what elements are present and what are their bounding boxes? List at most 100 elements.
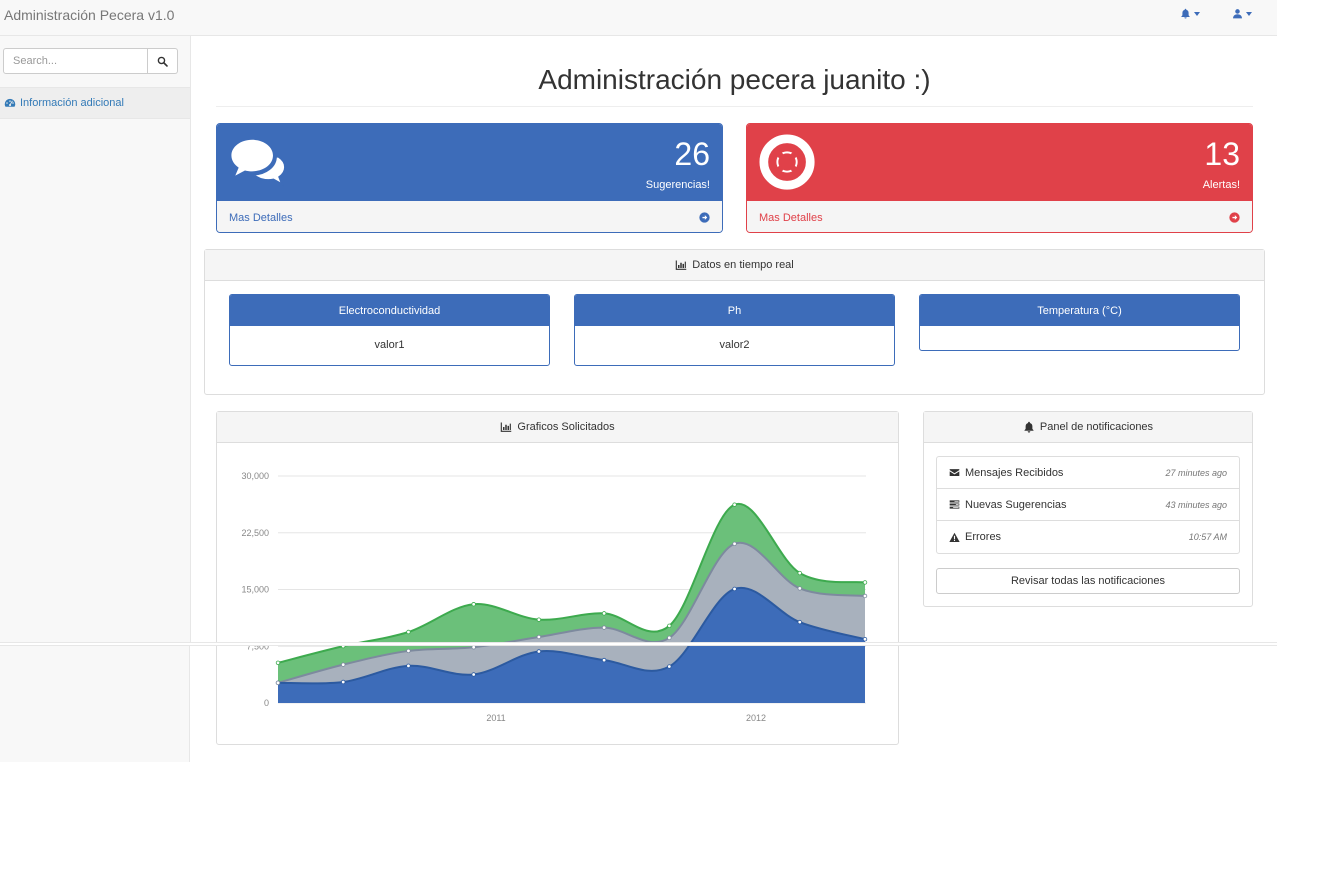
details-label: Mas Detalles: [229, 211, 293, 224]
data-point: [601, 625, 607, 630]
data-point: [797, 586, 802, 591]
view-all-notifications-button[interactable]: Revisar todas las notificaciones: [936, 568, 1240, 594]
sensor-label: Electroconductividad: [230, 295, 549, 326]
envelope-icon: [949, 469, 960, 476]
warning-icon: [949, 532, 960, 542]
chart-panel: Graficos Solicitados 0 7,500 15,000 22,500 3…: [216, 411, 899, 745]
sidebar-item-label: Información adicional: [20, 97, 124, 109]
y-tick-label: 22,500: [241, 528, 269, 538]
notifications-panel: Panel de notificaciones Mensajes Recibid…: [923, 411, 1253, 607]
data-point: [862, 593, 868, 599]
bar-chart-icon: [676, 260, 687, 270]
life-ring-icon: [759, 134, 815, 190]
realtime-data-panel: Datos en tiempo real Electroconductivida…: [204, 249, 1265, 395]
sidebar: Información adicional: [0, 36, 191, 642]
notifications-panel-title: Panel de notificaciones: [1039, 421, 1154, 433]
sensor-label: Temperatura (°C): [920, 295, 1239, 326]
bell-icon: [1181, 8, 1190, 19]
user-icon: [1233, 9, 1242, 19]
realtime-panel-heading: Datos en tiempo real: [205, 250, 1264, 281]
alerts-panel: 13 Alertas! Mas Detalles: [746, 123, 1253, 233]
data-point: [341, 679, 346, 685]
sidebar-lower: [0, 646, 190, 762]
notification-list: Mensajes Recibidos 27 minutes ago Nuevas…: [936, 456, 1240, 554]
data-point: [667, 623, 672, 628]
chart-panel-heading: Graficos Solicitados: [217, 412, 898, 443]
dashboard-icon: [4, 98, 16, 107]
sidebar-search: [3, 48, 178, 74]
notification-item-sugerencias[interactable]: Nuevas Sugerencias 43 minutes ago: [937, 489, 1239, 521]
notification-item-errores[interactable]: Errores 10:57 AM: [937, 521, 1239, 553]
y-tick-label: 0: [264, 698, 269, 708]
sensor-value: valor1: [374, 339, 405, 351]
notification-label: Nuevas Sugerencias: [965, 498, 1067, 511]
alerts-panel-heading: 13 Alertas!: [747, 124, 1252, 201]
data-point: [406, 648, 411, 654]
details-label: Mas Detalles: [759, 211, 823, 224]
search-button[interactable]: [148, 48, 178, 74]
data-point: [471, 602, 476, 607]
data-point: [275, 680, 281, 686]
notification-label: Mensajes Recibidos: [965, 466, 1064, 479]
sensor-temperatura: Temperatura (°C): [919, 294, 1240, 351]
data-point: [471, 672, 476, 677]
data-point: [601, 657, 607, 663]
alerts-count: 13: [1204, 136, 1240, 172]
brand-title[interactable]: Administración Pecera v1.0: [4, 7, 174, 23]
data-point: [536, 617, 542, 622]
arrow-circle-right-icon: [699, 212, 710, 223]
sensor-value: [920, 326, 1239, 350]
notifications-panel-heading: Panel de notificaciones: [924, 412, 1252, 443]
data-point: [732, 541, 737, 546]
search-input[interactable]: [3, 48, 148, 74]
data-point: [862, 636, 868, 642]
data-point: [797, 619, 802, 625]
sensor-ph: Ph valor2: [574, 294, 895, 366]
data-point: [406, 629, 411, 635]
render-seam: [0, 642, 1277, 646]
notification-item-mensajes[interactable]: Mensajes Recibidos 27 minutes ago: [937, 457, 1239, 489]
data-point: [341, 662, 346, 667]
data-point: [275, 660, 281, 665]
app-root: Administración Pecera v1.0 Información a…: [0, 0, 1339, 875]
data-point: [536, 634, 542, 640]
chevron-down-icon: [1194, 11, 1200, 16]
data-point: [732, 586, 737, 592]
suggestions-panel: 26 Sugerencias! Mas Detalles: [216, 123, 723, 233]
alerts-details-link[interactable]: Mas Detalles: [747, 201, 1252, 232]
suggestions-details-link[interactable]: Mas Detalles: [217, 201, 722, 232]
alerts-label: Alertas!: [1202, 179, 1240, 191]
bar-chart-icon: [501, 422, 512, 432]
data-point: [471, 645, 476, 650]
data-point: [406, 663, 411, 669]
sensor-electroconductividad: Electroconductividad valor1: [229, 294, 550, 366]
title-divider: [216, 106, 1253, 107]
x-tick-label: 2012: [746, 713, 766, 723]
notification-label: Errores: [965, 531, 1002, 543]
suggestions-label: Sugerencias!: [645, 179, 710, 191]
arrow-circle-right-icon: [1229, 212, 1240, 223]
user-dropdown[interactable]: [1232, 8, 1252, 19]
suggestions-count: 26: [674, 136, 710, 172]
suggestions-panel-heading: 26 Sugerencias!: [217, 124, 722, 201]
realtime-panel-title: Datos en tiempo real: [692, 259, 794, 271]
notifications-dropdown[interactable]: [1180, 8, 1200, 19]
data-point: [862, 580, 868, 585]
notification-time: 43 minutes ago: [1165, 499, 1227, 510]
area-chart: 07,50015,00022,50030,0002011 2012: [241, 471, 868, 723]
data-point: [732, 502, 737, 507]
data-point: [667, 664, 672, 669]
sensor-value: valor2: [719, 339, 750, 351]
x-tick-label: 2011: [486, 713, 505, 723]
y-tick-label: 15,000: [241, 585, 269, 595]
tasks-icon: [949, 500, 960, 509]
data-point: [536, 649, 542, 654]
y-tick-label: 30,000: [241, 471, 269, 481]
data-point: [601, 611, 607, 616]
page-title: Administración pecera juanito :): [538, 64, 931, 95]
comments-icon: [231, 139, 287, 187]
sidebar-item-informacion[interactable]: Información adicional: [0, 87, 190, 119]
top-navbar: Administración Pecera v1.0: [0, 0, 1277, 36]
notification-time: 10:57 AM: [1188, 532, 1227, 542]
data-point: [797, 570, 802, 576]
